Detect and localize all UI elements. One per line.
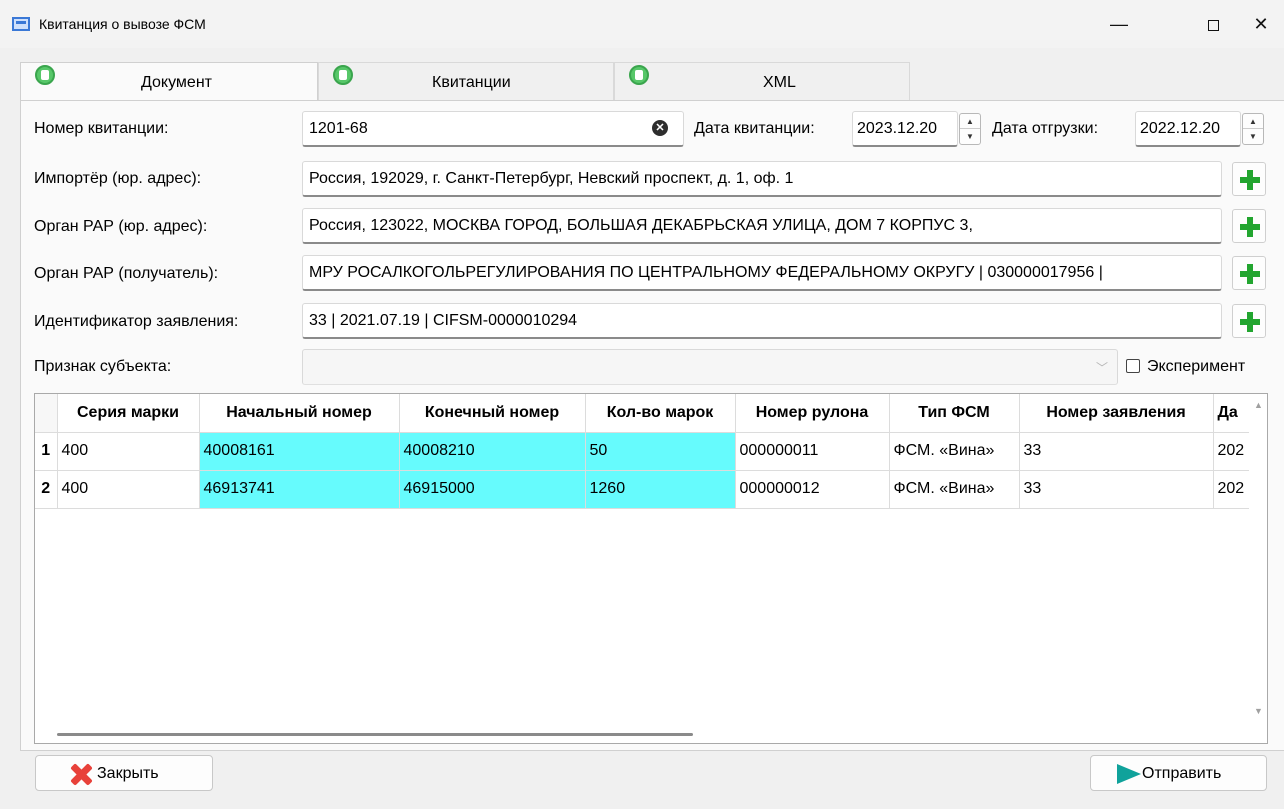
rar-address-label: Орган РАР (юр. адрес): (34, 218, 208, 235)
scroll-down-icon[interactable]: ▼ (1254, 706, 1263, 716)
clear-icon[interactable]: ✕ (652, 120, 668, 136)
tab-xml[interactable]: XML (614, 62, 910, 100)
horizontal-scrollbar[interactable] (35, 725, 1251, 743)
table-cell[interactable]: 33 (1019, 470, 1214, 509)
column-header[interactable]: Да (1213, 394, 1254, 433)
subject-sign-label: Признак субъекта: (34, 358, 172, 375)
spin-down-icon[interactable]: ▼ (960, 129, 980, 144)
column-header[interactable]: Номер рулона (735, 394, 890, 433)
table-cell[interactable]: 50 (585, 432, 736, 471)
experiment-label: Эксперимент (1147, 358, 1246, 375)
importer-input[interactable]: Россия, 192029, г. Санкт-Петербург, Невс… (302, 161, 1222, 197)
rar-address-input[interactable]: Россия, 123022, МОСКВА ГОРОД, БОЛЬШАЯ ДЕ… (302, 208, 1222, 244)
receipt-date-label: Дата квитанции: (694, 120, 815, 137)
xml-tab-icon (629, 65, 649, 85)
table-cell[interactable]: 46915000 (399, 470, 586, 509)
table-cell[interactable]: 202 (1213, 432, 1254, 471)
column-header[interactable]: Конечный номер (399, 394, 586, 433)
column-header[interactable]: Серия марки (57, 394, 200, 433)
document-tab-icon (35, 65, 55, 85)
column-header[interactable]: Тип ФСМ (889, 394, 1020, 433)
spin-down-icon[interactable]: ▼ (1243, 129, 1263, 144)
close-button[interactable]: Закрыть (35, 755, 213, 791)
table-cell[interactable]: ФСМ. «Вина» (889, 432, 1020, 471)
add-rar-recipient-button[interactable] (1232, 256, 1266, 290)
table-row[interactable]: 1 400 40008161 40008210 50 000000011 ФСМ… (35, 432, 1254, 471)
row-number[interactable]: 1 (35, 432, 58, 471)
close-window-button[interactable]: ✕ (1238, 8, 1284, 40)
table-cell[interactable]: 000000011 (735, 432, 890, 471)
rar-recipient-label: Орган РАР (получатель): (34, 265, 219, 282)
table-cell[interactable]: 33 (1019, 432, 1214, 471)
tab-document[interactable]: Документ (20, 62, 318, 101)
receipt-date-spinner[interactable]: ▲ ▼ (959, 113, 981, 145)
receipts-tab-icon (333, 65, 353, 85)
receipt-number-label: Номер квитанции: (34, 120, 169, 137)
application-id-input[interactable]: 33 | 2021.07.19 | CIFSM-0000010294 (302, 303, 1222, 339)
subject-sign-select[interactable] (302, 349, 1118, 385)
shipment-date-spinner[interactable]: ▲ ▼ (1242, 113, 1264, 145)
column-header[interactable]: Начальный номер (199, 394, 400, 433)
vertical-scrollbar[interactable]: ▲ ▼ (1249, 394, 1267, 725)
maximize-button[interactable] (1190, 8, 1236, 40)
add-rar-address-button[interactable] (1232, 209, 1266, 243)
table-row[interactable]: 2 400 46913741 46915000 1260 000000012 Ф… (35, 470, 1254, 509)
add-importer-button[interactable] (1232, 162, 1266, 196)
shipment-date-label: Дата отгрузки: (992, 120, 1099, 137)
close-button-label: Закрыть (97, 765, 159, 782)
table-cell[interactable]: 400 (57, 432, 200, 471)
receipt-date-input[interactable]: 2023.12.20 (852, 111, 958, 147)
tab-xml-label: XML (763, 74, 796, 91)
application-id-label: Идентификатор заявления: (34, 313, 239, 330)
send-button[interactable]: Отправить (1090, 755, 1267, 791)
experiment-checkbox[interactable] (1126, 359, 1140, 373)
scroll-up-icon[interactable]: ▲ (1254, 400, 1263, 410)
send-arrow-icon (1117, 764, 1141, 784)
marks-table[interactable]: Серия марки Начальный номер Конечный ном… (34, 393, 1268, 744)
table-cell[interactable]: 46913741 (199, 470, 400, 509)
table-cell[interactable]: 40008210 (399, 432, 586, 471)
app-icon (12, 17, 30, 31)
table-corner (35, 394, 58, 433)
window-title: Квитанция о вывозе ФСМ (39, 16, 206, 32)
tab-receipts-label: Квитанции (432, 74, 511, 91)
send-button-label: Отправить (1142, 765, 1222, 782)
shipment-date-input[interactable]: 2022.12.20 (1135, 111, 1241, 147)
close-icon (70, 763, 92, 785)
importer-label: Импортёр (юр. адрес): (34, 170, 202, 187)
scrollbar-thumb[interactable] (57, 733, 693, 736)
title-bar: Квитанция о вывозе ФСМ — ✕ (0, 0, 1284, 48)
table-cell[interactable]: 202 (1213, 470, 1254, 509)
column-header[interactable]: Кол-во марок (585, 394, 736, 433)
table-cell[interactable]: 400 (57, 470, 200, 509)
spin-up-icon[interactable]: ▲ (1243, 114, 1263, 129)
row-number[interactable]: 2 (35, 470, 58, 509)
add-application-button[interactable] (1232, 304, 1266, 338)
rar-recipient-input[interactable]: МРУ РОСАЛКОГОЛЬРЕГУЛИРОВАНИЯ ПО ЦЕНТРАЛЬ… (302, 255, 1222, 291)
minimize-button[interactable]: — (1096, 8, 1142, 40)
receipt-number-input[interactable]: 1201-68 (302, 111, 684, 147)
spin-up-icon[interactable]: ▲ (960, 114, 980, 129)
maximize-icon (1207, 19, 1219, 31)
column-header[interactable]: Номер заявления (1019, 394, 1214, 433)
table-header-row: Серия марки Начальный номер Конечный ном… (35, 394, 1254, 433)
table-cell[interactable]: 1260 (585, 470, 736, 509)
table-cell[interactable]: 000000012 (735, 470, 890, 509)
tab-receipts[interactable]: Квитанции (318, 62, 614, 100)
chevron-down-icon[interactable]: ﹀ (1096, 359, 1108, 376)
table-cell[interactable]: 40008161 (199, 432, 400, 471)
tab-document-label: Документ (141, 74, 212, 91)
table-cell[interactable]: ФСМ. «Вина» (889, 470, 1020, 509)
